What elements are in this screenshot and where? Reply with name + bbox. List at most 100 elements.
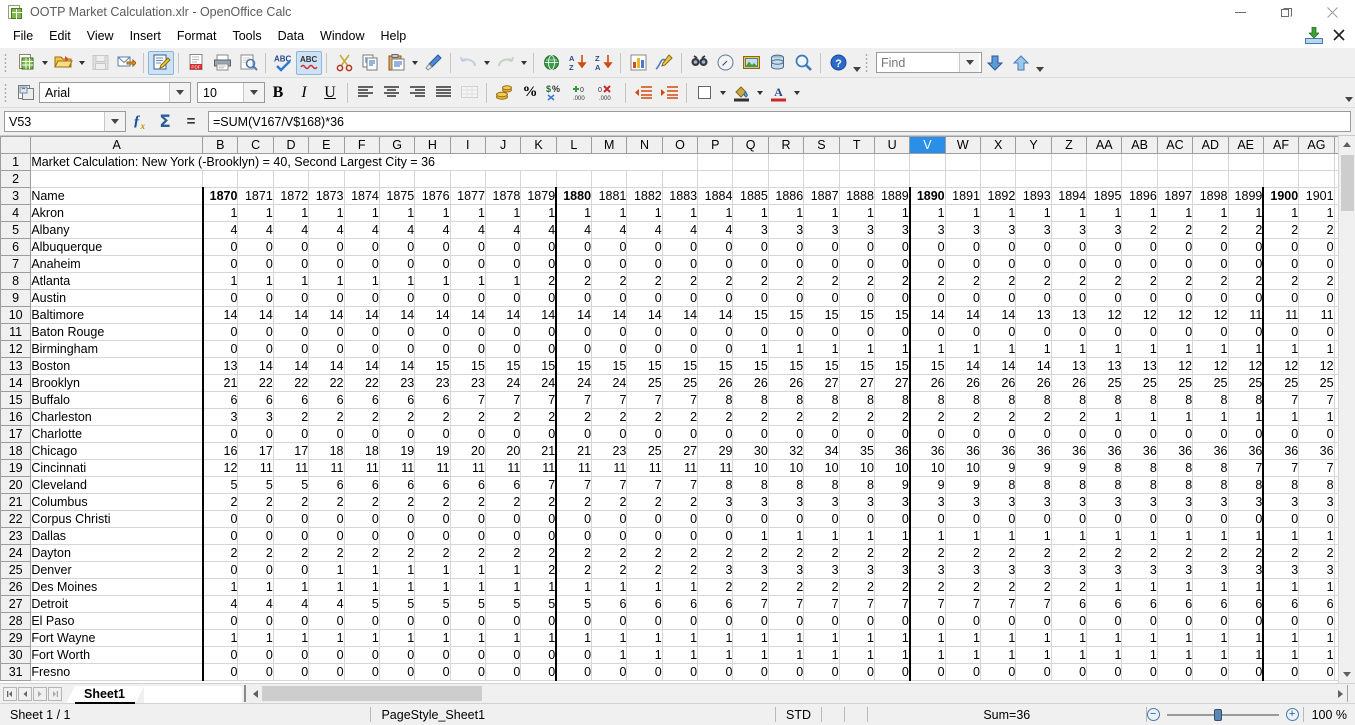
cell-value[interactable]: 7 <box>521 477 556 494</box>
cell-value[interactable]: 0 <box>344 324 379 341</box>
cell-value[interactable]: 25 <box>1228 375 1263 392</box>
cell-value[interactable]: 1 <box>485 205 520 222</box>
zoom-out-button[interactable]: − <box>1147 708 1160 721</box>
name-box-dropdown-icon[interactable] <box>104 112 125 131</box>
cell-value[interactable]: 1 <box>273 630 308 647</box>
paste-button[interactable] <box>383 51 409 75</box>
cell-value[interactable]: 0 <box>1228 290 1263 307</box>
cell-value[interactable]: 1 <box>1228 630 1263 647</box>
menu-insert[interactable]: Insert <box>122 27 169 45</box>
cell-value[interactable]: 0 <box>1263 324 1298 341</box>
cell-value[interactable]: 25 <box>1122 375 1157 392</box>
cell-value[interactable]: 15 <box>768 307 803 324</box>
cell-value[interactable]: 0 <box>556 511 591 528</box>
cell-value[interactable]: 11 <box>592 460 627 477</box>
cell-value[interactable]: 2 <box>415 409 450 426</box>
cell-value[interactable]: 1 <box>874 647 909 664</box>
cell-value[interactable]: 4 <box>521 222 556 239</box>
cell-value[interactable]: 1 <box>592 630 627 647</box>
cell-value[interactable]: 1 <box>379 205 414 222</box>
cell-value[interactable]: 0 <box>203 239 238 256</box>
cell-value[interactable]: 2 <box>662 273 697 290</box>
cell-city-name[interactable]: Fort Worth <box>31 647 203 664</box>
cell[interactable] <box>768 171 803 188</box>
cell-value[interactable]: 0 <box>203 528 238 545</box>
cell-value[interactable]: 2 <box>874 545 909 562</box>
cell-value[interactable]: 1 <box>1122 647 1157 664</box>
cell-value[interactable]: 5 <box>203 477 238 494</box>
column-header-I[interactable]: I <box>450 137 485 154</box>
cell-value[interactable]: 2 <box>273 494 308 511</box>
cell-value[interactable]: 7 <box>874 596 909 613</box>
cell-value[interactable]: 3 <box>874 222 909 239</box>
cell-value[interactable]: 0 <box>1193 290 1228 307</box>
cell-value[interactable]: 2 <box>379 545 414 562</box>
cell-value[interactable]: 25 <box>1157 375 1192 392</box>
menu-view[interactable]: View <box>79 27 122 45</box>
cell-value[interactable]: 0 <box>1263 613 1298 630</box>
scroll-left-button[interactable] <box>249 685 262 702</box>
cell-value[interactable]: 0 <box>273 239 308 256</box>
cell-value[interactable]: 1 <box>1299 647 1334 664</box>
cell-city-name[interactable]: Akron <box>31 205 203 222</box>
cell-value[interactable]: 0 <box>203 324 238 341</box>
cell-value[interactable]: 19 <box>379 443 414 460</box>
cell-value[interactable]: 1 <box>238 273 273 290</box>
cell-value[interactable]: 0 <box>203 341 238 358</box>
cell-value[interactable]: 0 <box>556 324 591 341</box>
cell-value[interactable]: 0 <box>379 239 414 256</box>
cell-value[interactable]: 0 <box>344 239 379 256</box>
cell-value[interactable]: 12 <box>1193 358 1228 375</box>
cell-value[interactable]: 1 <box>1157 341 1192 358</box>
cell-value[interactable]: 1 <box>910 528 945 545</box>
cell-value[interactable]: 1 <box>1122 409 1157 426</box>
new-document-button[interactable] <box>13 51 39 75</box>
draw-functions-button[interactable] <box>651 51 677 75</box>
cell-value[interactable]: 0 <box>415 341 450 358</box>
cell-value[interactable]: 0 <box>662 256 697 273</box>
cell-year-header[interactable]: 1873 <box>309 188 344 205</box>
cell-value[interactable]: 15 <box>698 358 733 375</box>
cell-value[interactable]: 8 <box>1193 392 1228 409</box>
cell-value[interactable]: 0 <box>415 528 450 545</box>
cell-value[interactable]: 0 <box>1122 324 1157 341</box>
cell-value[interactable]: 0 <box>203 613 238 630</box>
cell-value[interactable]: 1 <box>1228 647 1263 664</box>
cell-value[interactable]: 2 <box>1299 545 1334 562</box>
column-header-V[interactable]: V <box>910 137 945 154</box>
cell-value[interactable]: 0 <box>874 426 909 443</box>
row-header-28[interactable]: 28 <box>1 613 31 630</box>
cell-year-header[interactable]: 1893 <box>1016 188 1051 205</box>
cell-value[interactable]: 3 <box>768 562 803 579</box>
cell-year-header[interactable]: 1887 <box>804 188 839 205</box>
cell-value[interactable]: 0 <box>521 256 556 273</box>
cell-value[interactable]: 0 <box>698 239 733 256</box>
cell-value[interactable]: 0 <box>556 426 591 443</box>
cell-value[interactable]: 27 <box>804 375 839 392</box>
cut-button[interactable] <box>331 51 357 75</box>
cell-value[interactable]: 0 <box>450 256 485 273</box>
cell-value[interactable]: 1 <box>733 528 768 545</box>
cell[interactable] <box>768 154 803 171</box>
cell-value[interactable]: 1 <box>1193 647 1228 664</box>
cell-value[interactable]: 12 <box>203 460 238 477</box>
cell-value[interactable]: 1 <box>768 341 803 358</box>
cell-value[interactable]: 1 <box>273 205 308 222</box>
scroll-up-button[interactable] <box>1339 136 1355 153</box>
cell-value[interactable]: 2 <box>1087 273 1122 290</box>
cell-value[interactable]: 24 <box>485 375 520 392</box>
cell-value[interactable]: 1 <box>379 630 414 647</box>
row-header-22[interactable]: 22 <box>1 511 31 528</box>
cell-value[interactable]: 6 <box>415 392 450 409</box>
cell-value[interactable]: 1 <box>874 630 909 647</box>
cell-value[interactable]: 5 <box>485 596 520 613</box>
cell-value[interactable]: 2 <box>662 562 697 579</box>
cell-value[interactable]: 0 <box>556 647 591 664</box>
cell-value[interactable]: 2 <box>1157 273 1192 290</box>
cell-value[interactable]: 4 <box>273 596 308 613</box>
cell-value[interactable]: 0 <box>874 290 909 307</box>
cell-value[interactable]: 0 <box>238 562 273 579</box>
column-header-W[interactable]: W <box>945 137 980 154</box>
cell-value[interactable]: 0 <box>1228 613 1263 630</box>
cell-value[interactable]: 8 <box>1157 392 1192 409</box>
